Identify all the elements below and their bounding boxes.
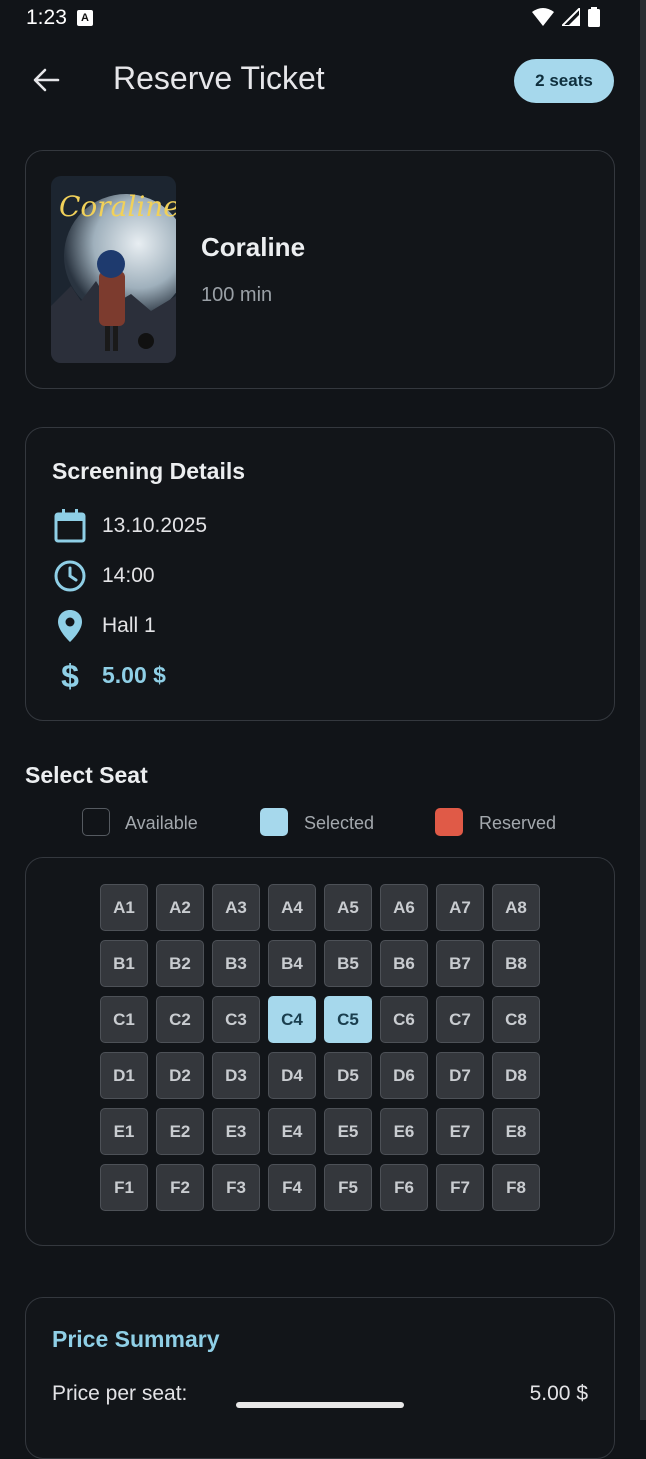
price-per-seat-value: 5.00 $	[529, 1382, 588, 1405]
movie-duration: 100 min	[201, 284, 273, 306]
seat-e6[interactable]: E6	[380, 1108, 428, 1155]
seat-f2[interactable]: F2	[156, 1164, 204, 1211]
seat-a6[interactable]: A6	[380, 884, 428, 931]
page-title: Reserve Ticket	[113, 60, 325, 96]
seat-e5[interactable]: E5	[324, 1108, 372, 1155]
seat-f8[interactable]: F8	[492, 1164, 540, 1211]
seat-d2[interactable]: D2	[156, 1052, 204, 1099]
legend-selected-swatch	[260, 808, 288, 836]
seat-b6[interactable]: B6	[380, 940, 428, 987]
legend-available-label: Available	[125, 813, 198, 833]
seat-f1[interactable]: F1	[100, 1164, 148, 1211]
seat-c4[interactable]: C4	[268, 996, 316, 1043]
seat-d6[interactable]: D6	[380, 1052, 428, 1099]
seat-c1[interactable]: C1	[100, 996, 148, 1043]
legend-selected-label: Selected	[304, 813, 375, 833]
seat-e8[interactable]: E8	[492, 1108, 540, 1155]
screening-details-heading: Screening Details	[52, 458, 246, 484]
price-per-seat-label: Price per seat:	[52, 1382, 188, 1405]
seat-e1[interactable]: E1	[100, 1108, 148, 1155]
scrollbar-track	[640, 0, 646, 1420]
seat-b1[interactable]: B1	[100, 940, 148, 987]
poster-image: Coraline	[51, 176, 176, 363]
screening-time: 14:00	[102, 564, 155, 587]
price-summary-heading: Price Summary	[52, 1326, 220, 1352]
seats-count-badge: 2 seats	[514, 59, 614, 103]
screening-price: 5.00 $	[102, 662, 166, 688]
seat-b8[interactable]: B8	[492, 940, 540, 987]
select-seat-heading: Select Seat	[25, 762, 148, 788]
seat-a4[interactable]: A4	[268, 884, 316, 931]
status-time: 1:23	[26, 6, 67, 29]
seat-b2[interactable]: B2	[156, 940, 204, 987]
seat-c3[interactable]: C3	[212, 996, 260, 1043]
seat-a5[interactable]: A5	[324, 884, 372, 931]
clock-icon	[52, 558, 88, 594]
seat-d5[interactable]: D5	[324, 1052, 372, 1099]
legend-available-swatch	[82, 808, 110, 836]
arrow-back-icon	[33, 68, 60, 92]
seat-f5[interactable]: F5	[324, 1164, 372, 1211]
back-button[interactable]	[26, 60, 66, 100]
seat-f3[interactable]: F3	[212, 1164, 260, 1211]
notification-icon: A	[77, 10, 93, 26]
price-summary-card	[25, 1297, 615, 1459]
seat-a2[interactable]: A2	[156, 884, 204, 931]
seat-a1[interactable]: A1	[100, 884, 148, 931]
legend-reserved-swatch	[435, 808, 463, 836]
status-icons	[532, 7, 600, 27]
seat-b4[interactable]: B4	[268, 940, 316, 987]
seat-d3[interactable]: D3	[212, 1052, 260, 1099]
movie-poster: Coraline	[51, 176, 176, 363]
battery-icon	[588, 7, 600, 27]
seat-d7[interactable]: D7	[436, 1052, 484, 1099]
movie-title: Coraline	[201, 232, 306, 262]
calendar-icon	[52, 508, 88, 544]
seat-f6[interactable]: F6	[380, 1164, 428, 1211]
seat-c7[interactable]: C7	[436, 996, 484, 1043]
seat-c5[interactable]: C5	[324, 996, 372, 1043]
home-indicator[interactable]	[236, 1402, 404, 1408]
location-pin-icon	[52, 608, 88, 644]
legend-reserved-label: Reserved	[479, 813, 557, 833]
seat-e3[interactable]: E3	[212, 1108, 260, 1155]
seat-a3[interactable]: A3	[212, 884, 260, 931]
seat-d8[interactable]: D8	[492, 1052, 540, 1099]
seat-b7[interactable]: B7	[436, 940, 484, 987]
seat-c8[interactable]: C8	[492, 996, 540, 1043]
seat-e7[interactable]: E7	[436, 1108, 484, 1155]
wifi-icon	[532, 8, 554, 26]
seat-a8[interactable]: A8	[492, 884, 540, 931]
seat-e2[interactable]: E2	[156, 1108, 204, 1155]
screening-date: 13.10.2025	[102, 514, 208, 537]
seat-f7[interactable]: F7	[436, 1164, 484, 1211]
signal-icon	[562, 8, 580, 26]
seat-f4[interactable]: F4	[268, 1164, 316, 1211]
screening-hall: Hall 1	[102, 614, 156, 637]
seat-b3[interactable]: B3	[212, 940, 260, 987]
seat-d4[interactable]: D4	[268, 1052, 316, 1099]
seat-e4[interactable]: E4	[268, 1108, 316, 1155]
seat-b5[interactable]: B5	[324, 940, 372, 987]
poster-title-text: Coraline	[59, 190, 176, 223]
seat-d1[interactable]: D1	[100, 1052, 148, 1099]
dollar-icon: $	[61, 657, 79, 694]
seat-c2[interactable]: C2	[156, 996, 204, 1043]
seat-c6[interactable]: C6	[380, 996, 428, 1043]
seat-a7[interactable]: A7	[436, 884, 484, 931]
